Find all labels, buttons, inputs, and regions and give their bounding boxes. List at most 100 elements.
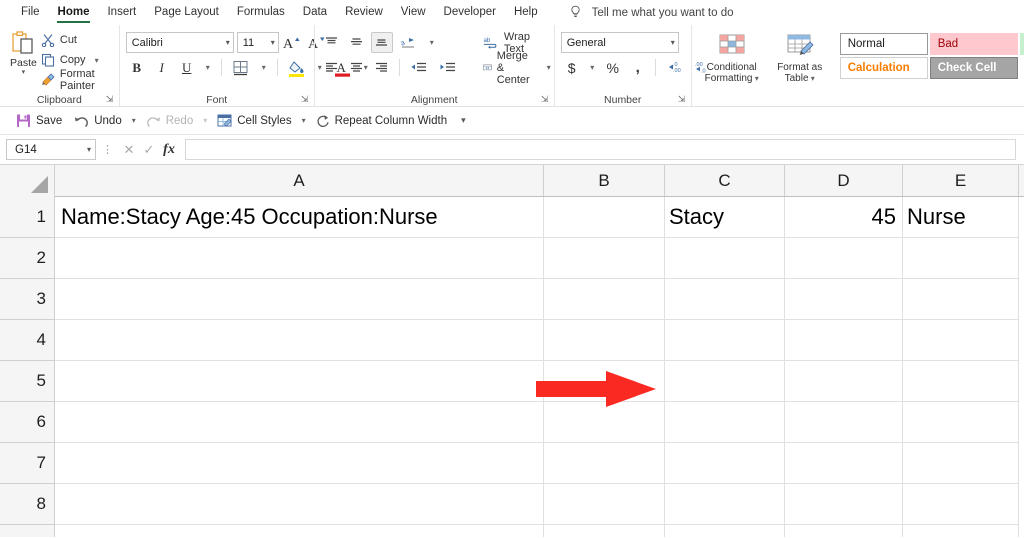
decrease-indent-button[interactable] [406, 57, 432, 78]
number-dialog-launcher[interactable]: ⇲ [678, 95, 687, 104]
align-middle-button[interactable] [346, 32, 368, 53]
orientation-chevron-down-icon[interactable]: ▾ [425, 32, 439, 53]
increase-font-size-button[interactable]: A [282, 32, 304, 53]
bold-button[interactable]: B [126, 57, 148, 78]
align-bottom-button[interactable] [370, 32, 393, 53]
row-header-8[interactable]: 8 [0, 484, 55, 525]
cell-b2[interactable] [544, 238, 665, 279]
merge-center-button[interactable]: Merge & Center ▾ [482, 50, 551, 86]
percent-style-button[interactable]: % [602, 57, 624, 78]
cell-c5[interactable] [665, 361, 785, 402]
cell-style-calculation[interactable]: Calculation [839, 57, 928, 79]
borders-chevron-down-icon[interactable]: ▾ [257, 57, 271, 78]
name-box-chevron-down-icon[interactable]: ▾ [87, 145, 91, 154]
number-format-combo[interactable]: General ▾ [560, 32, 679, 53]
column-header-b[interactable]: B [544, 165, 665, 196]
tab-insert[interactable]: Insert [98, 0, 145, 25]
cell-b5[interactable] [544, 361, 665, 402]
align-left-button[interactable] [321, 57, 343, 78]
cell-c8[interactable] [665, 484, 785, 525]
repeat-column-width-button[interactable]: Repeat Column Width [310, 110, 454, 132]
font-dialog-launcher[interactable]: ⇲ [301, 95, 310, 104]
currency-chevron-down-icon[interactable]: ▾ [586, 57, 599, 78]
number-format-chevron-down-icon[interactable]: ▾ [667, 38, 675, 47]
cell-c3[interactable] [665, 279, 785, 320]
cell-b9[interactable] [544, 525, 665, 537]
align-center-button[interactable] [346, 57, 368, 78]
cell-e9[interactable] [903, 525, 1019, 537]
cell-style-good[interactable]: Good [1019, 33, 1024, 55]
paste-button[interactable]: Paste ▾ [6, 28, 41, 76]
undo-button[interactable]: Undo [68, 110, 128, 132]
fx-icon[interactable]: fx [159, 142, 179, 158]
save-button[interactable]: Save [10, 110, 68, 132]
cell-a6[interactable] [55, 402, 544, 443]
undo-chevron-down-icon[interactable]: ▾ [128, 116, 140, 125]
cell-b4[interactable] [544, 320, 665, 361]
cell-style-normal[interactable]: Normal [839, 33, 928, 55]
cell-a4[interactable] [55, 320, 544, 361]
borders-button[interactable] [228, 57, 254, 78]
font-size-combo[interactable]: 11 ▾ [236, 32, 279, 53]
tell-me-box[interactable]: Tell me what you want to do [569, 5, 734, 20]
select-all-corner[interactable] [0, 165, 55, 197]
clipboard-dialog-launcher[interactable]: ⇲ [106, 95, 115, 104]
format-as-table-button[interactable]: Format as Table ▾ [766, 30, 834, 84]
tab-help[interactable]: Help [505, 0, 547, 25]
orientation-button[interactable]: a [396, 32, 422, 53]
check-icon[interactable]: ✓ [139, 142, 159, 158]
tab-file[interactable]: File [12, 0, 49, 25]
row-header-1[interactable]: 1 [0, 197, 55, 238]
column-header-c[interactable]: C [665, 165, 785, 196]
cell-b1[interactable] [544, 197, 665, 238]
row-header-3[interactable]: 3 [0, 279, 55, 320]
cell-e1[interactable]: Nurse [903, 197, 1019, 238]
tab-formulas[interactable]: Formulas [228, 0, 294, 25]
cell-d6[interactable] [785, 402, 903, 443]
row-header-2[interactable]: 2 [0, 238, 55, 279]
cell-c1[interactable]: Stacy [665, 197, 785, 238]
copy-button[interactable]: Copy ▾ [41, 51, 113, 69]
cell-a8[interactable] [55, 484, 544, 525]
cancel-icon[interactable]: ✕ [119, 142, 139, 158]
qat-overflow-button[interactable]: ▾ [453, 115, 474, 126]
cell-e6[interactable] [903, 402, 1019, 443]
alignment-dialog-launcher[interactable]: ⇲ [541, 95, 550, 104]
row-header-4[interactable]: 4 [0, 320, 55, 361]
cell-b3[interactable] [544, 279, 665, 320]
cell-d4[interactable] [785, 320, 903, 361]
cut-button[interactable]: Cut [41, 31, 113, 49]
merge-center-chevron-down-icon[interactable]: ▾ [547, 63, 551, 72]
formula-input[interactable] [185, 139, 1016, 160]
cell-d7[interactable] [785, 443, 903, 484]
formula-bar-grip[interactable]: ⋮ [96, 143, 119, 156]
cell-a5[interactable] [55, 361, 544, 402]
column-header-d[interactable]: D [785, 165, 903, 196]
cell-style-check-cell[interactable]: Check Cell [929, 57, 1018, 79]
paste-chevron-down-icon[interactable]: ▾ [22, 69, 26, 76]
cell-e3[interactable] [903, 279, 1019, 320]
cell-style-bad[interactable]: Bad [929, 33, 1018, 55]
cell-e7[interactable] [903, 443, 1019, 484]
increase-indent-button[interactable] [435, 57, 461, 78]
cell-c7[interactable] [665, 443, 785, 484]
cell-b7[interactable] [544, 443, 665, 484]
underline-chevron-down-icon[interactable]: ▾ [201, 57, 215, 78]
align-right-button[interactable] [371, 57, 393, 78]
column-header-a[interactable]: A [55, 165, 544, 196]
row-header-9[interactable]: 9 [0, 525, 55, 537]
cell-a9[interactable] [55, 525, 544, 537]
cell-e4[interactable] [903, 320, 1019, 361]
cell-styles-chevron-down-icon[interactable]: ▾ [298, 116, 310, 125]
cell-d5[interactable] [785, 361, 903, 402]
italic-button[interactable]: I [151, 57, 173, 78]
format-as-table-chevron-down-icon[interactable]: ▾ [809, 74, 815, 83]
tab-developer[interactable]: Developer [435, 0, 505, 25]
name-box[interactable]: G14 ▾ [6, 139, 96, 160]
cell-e2[interactable] [903, 238, 1019, 279]
cell-c4[interactable] [665, 320, 785, 361]
row-header-5[interactable]: 5 [0, 361, 55, 402]
cell-a7[interactable] [55, 443, 544, 484]
font-name-chevron-down-icon[interactable]: ▾ [222, 38, 230, 47]
align-top-button[interactable] [321, 32, 343, 53]
